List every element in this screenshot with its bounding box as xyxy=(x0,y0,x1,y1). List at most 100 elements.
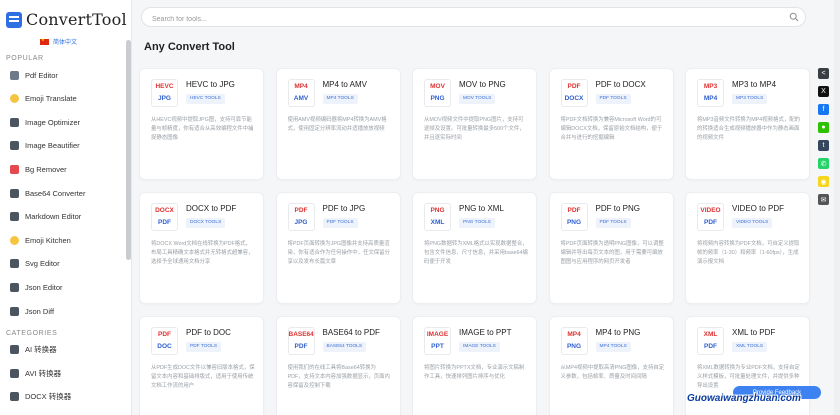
emoji-icon xyxy=(10,94,19,104)
tool-card[interactable]: MOV PNG MOV to PNG MOV TOOLS 从MOV视频文件中提取PNG图… xyxy=(412,68,537,180)
card-title[interactable]: HEVC to JPG xyxy=(186,80,235,89)
card-title[interactable]: DOCX to PDF xyxy=(186,204,236,213)
card-title[interactable]: MP4 to AMV xyxy=(323,80,367,89)
category-tag[interactable]: XML TOOLS xyxy=(732,342,768,352)
sidebar-item[interactable]: Svg Editor xyxy=(0,253,126,275)
tool-card[interactable]: BASE64 PDF BASE64 to PDF BASE64 TOOLS 使用我们的在… xyxy=(275,316,401,415)
sidebar-item-label: Base64 Converter xyxy=(25,188,86,198)
card-title[interactable]: XML to PDF xyxy=(732,328,775,337)
category-tag[interactable]: MP4 TOOLS xyxy=(595,342,631,352)
card-title[interactable]: PDF to PNG xyxy=(596,204,640,213)
tool-card[interactable]: MP4 PNG MP4 to PNG MP4 TOOLS 从MP4视频中提取高清PNG图… xyxy=(548,316,674,415)
svg-icon xyxy=(10,259,19,269)
category-tag[interactable]: MP3 TOOLS xyxy=(732,94,768,104)
format-to: PDF xyxy=(704,343,717,350)
share-icon[interactable]: < xyxy=(818,68,829,79)
tool-card[interactable]: IMAGE PPT IMAGE to PPT IMAGE TOOLS 将图片转换为PPT… xyxy=(412,316,537,415)
snapchat-icon[interactable]: ◉ xyxy=(818,176,829,187)
format-badge-icon: MP4 AMV xyxy=(287,79,315,107)
format-to: PNG xyxy=(566,343,582,350)
format-to: DOCX xyxy=(564,95,584,102)
sidebar-item-label: AVI 转换器 xyxy=(25,368,62,378)
tool-card[interactable]: MP4 AMV MP4 to AMV MP4 TOOLS 使用AMV视频编码器将MP4转… xyxy=(275,68,401,180)
sidebar-item[interactable]: DOCX 转换器 xyxy=(0,386,126,408)
format-badge-icon: MOV PNG xyxy=(424,79,451,107)
sidebar-item[interactable]: Emoji Translate xyxy=(0,88,126,110)
format-to: DOC xyxy=(157,343,172,350)
format-from: BASE64 xyxy=(288,331,314,338)
card-description: 从MOV视频文件中提取PNG图片，支持可逐帧及设置。可批量转换最多500个文件，… xyxy=(424,117,525,142)
category-tag[interactable]: HEVC TOOLS xyxy=(186,94,225,104)
sidebar-section-heading: POPULAR xyxy=(6,55,44,62)
card-title[interactable]: IMAGE to PPT xyxy=(459,328,511,337)
page-scrollbar[interactable] xyxy=(834,0,840,415)
sidebar-item[interactable]: Markdown Editor xyxy=(0,206,126,228)
sidebar-item[interactable]: Image Optimizer xyxy=(0,111,126,133)
tumblr-icon[interactable]: t xyxy=(818,140,829,151)
sidebar-scrollbar[interactable] xyxy=(126,40,131,260)
search-bar xyxy=(141,7,806,29)
tool-card[interactable]: HEVC JPG HEVC to JPG HEVC TOOLS 从HEVC视频中提取JP… xyxy=(139,68,264,180)
tool-card[interactable]: MP3 MP4 MP3 to MP4 MP3 TOOLS 将MP3音频文件转换为MP4视… xyxy=(685,68,810,180)
tool-card[interactable]: PDF JPG PDF to JPG PDF TOOLS 将PDF页面转换为JPG图像并… xyxy=(275,192,401,304)
sidebar-item[interactable]: AVI 转换器 xyxy=(0,362,126,384)
language-switcher[interactable]: 简体中文 xyxy=(40,37,77,46)
search-input[interactable] xyxy=(152,10,772,29)
sidebar-item[interactable]: Bg Remover xyxy=(0,158,126,180)
card-title[interactable]: PDF to DOCX xyxy=(596,80,646,89)
ai-icon xyxy=(10,345,19,355)
category-tag[interactable]: IMAGE TOOLS xyxy=(459,342,500,352)
card-title[interactable]: PDF to DOC xyxy=(186,328,231,337)
card-title[interactable]: PDF to JPG xyxy=(323,204,366,213)
tool-card[interactable]: PDF DOC PDF to DOC PDF TOOLS 从PDF生成DOC文件以兼容旧… xyxy=(139,316,264,415)
markdown-icon xyxy=(10,212,19,222)
format-badge-icon: VIDEO PDF xyxy=(697,203,724,231)
tool-card[interactable]: DOCX PDF DOCX to PDF DOCX TOOLS 将DOCX Word文档… xyxy=(139,192,264,304)
category-tag[interactable]: MP4 TOOLS xyxy=(322,94,358,104)
card-title[interactable]: PNG to XML xyxy=(459,204,504,213)
card-description: 将DOCX Word文档在线转换为PDF格式，布局工具精确文本格式并无转格式超兼… xyxy=(151,241,254,266)
facebook-icon[interactable]: f xyxy=(818,104,829,115)
card-title[interactable]: MOV to PNG xyxy=(459,80,506,89)
sidebar-item-label: Image Optimizer xyxy=(25,117,81,127)
sidebar-item[interactable]: Json Diff xyxy=(0,300,126,322)
sidebar-item[interactable]: Base64 Converter xyxy=(0,182,126,204)
category-tag[interactable]: PDF TOOLS xyxy=(595,94,631,104)
format-from: XML xyxy=(703,331,718,338)
x-icon[interactable]: X xyxy=(818,86,829,97)
sidebar-item[interactable]: Json Editor xyxy=(0,276,126,298)
format-from: PNG xyxy=(430,207,445,214)
format-badge-icon: PDF DOCX xyxy=(560,79,588,107)
category-tag[interactable]: PDF TOOLS xyxy=(595,218,631,228)
whatsapp-icon[interactable]: ✆ xyxy=(818,158,829,169)
tool-card[interactable]: VIDEO PDF VIDEO to PDF VIDEO TOOLS 将视频内容转换为P… xyxy=(685,192,810,304)
category-tag[interactable]: BASE64 TOOLS xyxy=(322,342,367,352)
sidebar-item[interactable]: Pdf Editor xyxy=(0,64,126,86)
card-title[interactable]: MP4 to PNG xyxy=(596,328,641,337)
tool-card[interactable]: PDF PNG PDF to PNG PDF TOOLS 将PDF页面转换为透明PNG图… xyxy=(548,192,674,304)
sidebar-item[interactable]: Image Beautifier xyxy=(0,135,126,157)
format-to: JPG xyxy=(294,219,308,226)
category-tag[interactable]: VIDEO TOOLS xyxy=(732,218,773,228)
tool-card[interactable]: PDF DOCX PDF to DOCX PDF TOOLS 将PDF文档转换为兼容Mi… xyxy=(548,68,674,180)
category-tag[interactable]: PNG TOOLS xyxy=(459,218,495,228)
logo-icon xyxy=(6,11,22,28)
sidebar-item[interactable]: Emoji Kitchen xyxy=(0,229,126,251)
category-tag[interactable]: DOCX TOOLS xyxy=(186,218,226,228)
category-tag[interactable]: PDF TOOLS xyxy=(186,342,222,352)
format-badge-icon: PDF JPG xyxy=(287,203,315,231)
email-icon[interactable]: ✉ xyxy=(818,194,829,205)
card-title[interactable]: BASE64 to PDF xyxy=(323,328,380,337)
logo[interactable]: ConvertTool xyxy=(6,10,127,29)
sidebar-item[interactable]: AI 转换器 xyxy=(0,339,126,361)
tool-card[interactable]: PNG XML PNG to XML PNG TOOLS 将PNG数据转为XML格式以实… xyxy=(412,192,537,304)
card-description: 使用我们的在线工具将Base64转换为PDF，支持文本内容加强数据显示，页面内容… xyxy=(287,365,390,390)
pdf-editor-icon xyxy=(10,70,19,80)
category-tag[interactable]: MOV TOOLS xyxy=(459,94,496,104)
card-title[interactable]: VIDEO to PDF xyxy=(732,204,784,213)
category-tag[interactable]: PDF TOOLS xyxy=(322,218,358,228)
wechat-icon[interactable]: ● xyxy=(818,122,829,133)
card-title[interactable]: MP3 to MP4 xyxy=(732,80,776,89)
search-icon[interactable] xyxy=(789,12,799,22)
format-to: PPT xyxy=(431,343,444,350)
